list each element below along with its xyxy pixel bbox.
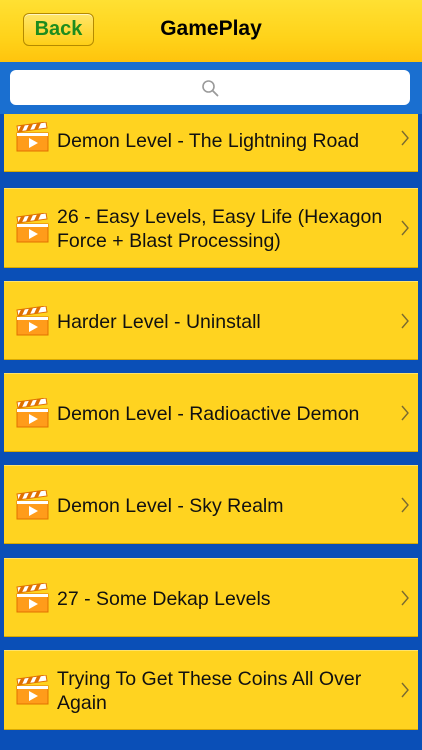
list-item-label: Trying To Get These Coins All Over Again: [57, 668, 362, 714]
video-clapperboard-icon: [16, 398, 49, 428]
chevron-right-icon: [401, 590, 409, 606]
chevron-right-icon: [401, 130, 409, 146]
list-item-label: 26 - Easy Levels, Easy Life (Hexagon For…: [57, 206, 383, 252]
search-input[interactable]: [10, 70, 410, 105]
chevron-right-icon: [401, 313, 409, 329]
list-item-label: Demon Level - Sky Realm: [57, 495, 284, 517]
search-icon: [202, 79, 219, 96]
chevron-right-icon: [401, 220, 409, 236]
video-clapperboard-icon: [16, 583, 49, 613]
list-item[interactable]: Trying To Get These Coins All Over Again: [4, 650, 418, 730]
chevron-right-icon: [401, 682, 409, 698]
list-item[interactable]: Demon Level - Sky Realm: [4, 465, 418, 544]
video-clapperboard-icon: [16, 122, 49, 152]
chevron-right-icon: [401, 497, 409, 513]
search-bar: [0, 62, 422, 114]
list-item[interactable]: Harder Level - Uninstall: [4, 281, 418, 360]
list-item-label: Harder Level - Uninstall: [57, 311, 261, 333]
video-clapperboard-icon: [16, 306, 49, 336]
list-item[interactable]: 26 - Easy Levels, Easy Life (Hexagon For…: [4, 188, 418, 268]
video-clapperboard-icon: [16, 213, 49, 243]
list-item-label: Demon Level - Radioactive Demon: [57, 403, 360, 425]
video-clapperboard-icon: [16, 490, 49, 520]
page-title: GamePlay: [160, 17, 262, 40]
list-item-label: Demon Level - The Lightning Road: [57, 130, 360, 152]
list-item[interactable]: Demon Level - Radioactive Demon: [4, 373, 418, 452]
video-clapperboard-icon: [16, 675, 49, 705]
list-item-label: 27 - Some Dekap Levels: [57, 588, 271, 610]
list-item[interactable]: Demon Level - The Lightning Road: [4, 114, 418, 172]
list-item[interactable]: 27 - Some Dekap Levels: [4, 558, 418, 637]
video-list: Demon Level - The Lightning Road 26 - Ea…: [0, 114, 422, 750]
chevron-right-icon: [401, 405, 409, 421]
navigation-bar: Back GamePlay: [0, 0, 422, 63]
